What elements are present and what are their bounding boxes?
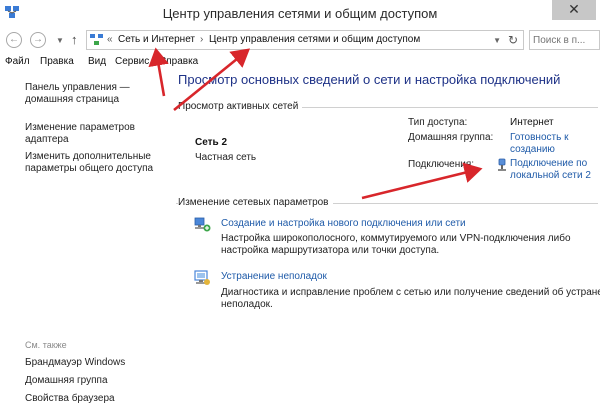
close-icon: ✕ [568, 1, 580, 17]
address-dropdown-icon[interactable]: ▼ [493, 36, 501, 45]
title-bar: Центр управления сетями и общим доступом… [0, 0, 600, 26]
address-bar[interactable]: « Сеть и Интернет › Центр управления сет… [86, 30, 524, 50]
homegroup-ready-link[interactable]: Готовность к созданию [510, 132, 568, 156]
new-connection-icon [194, 217, 211, 232]
link-line1: Готовность к [510, 132, 569, 143]
sidebar-advanced-sharing-settings[interactable]: Изменить дополнительные параметры общего… [25, 151, 153, 175]
sidebar-change-adapter-settings[interactable]: Изменение параметров адаптера [25, 122, 135, 146]
network-name: Сеть 2 [195, 137, 228, 148]
sidebar-label-line1: Панель управления — [25, 82, 130, 93]
search-box[interactable] [529, 30, 600, 50]
control-panel-icon [90, 34, 103, 45]
troubleshoot-link[interactable]: Устранение неполадок [221, 271, 327, 282]
refresh-icon[interactable]: ↻ [508, 33, 518, 47]
active-networks-heading: Просмотр активных сетей [178, 101, 303, 112]
see-also-heading: См. также [25, 340, 67, 350]
menu-edit[interactable]: Правка [40, 56, 74, 67]
menu-view[interactable]: Вид [88, 56, 106, 67]
breadcrumb-network-center[interactable]: Центр управления сетями и общим доступом [209, 34, 420, 45]
sidebar-label-line2: домашняя страница [25, 94, 120, 105]
sidebar-label-line1: Изменение параметров [25, 122, 135, 133]
network-connection-icon [498, 158, 506, 171]
homegroup-label: Домашняя группа: [408, 132, 494, 143]
search-input[interactable] [533, 32, 593, 48]
breadcrumb-separator[interactable]: › [200, 34, 203, 45]
new-connection-description: Настройка широкополосного, коммутируемог… [221, 233, 571, 257]
sidebar-label-line2: адаптера [25, 134, 69, 145]
troubleshoot-icon [194, 270, 210, 285]
sidebar-label-line1: Изменить дополнительные [25, 151, 151, 162]
address-row: ← → ▼ ↑ « Сеть и Интернет › Центр управл… [0, 28, 600, 52]
sidebar-label-line2: параметры общего доступа [25, 163, 154, 174]
troubleshoot-description: Диагностика и исправление проблем с сеть… [221, 287, 600, 311]
sidebar-browser-properties[interactable]: Свойства браузера [25, 393, 115, 405]
description-line2: неполадок. [221, 299, 273, 310]
menu-tools[interactable]: Сервис [115, 56, 149, 67]
new-connection-link[interactable]: Создание и настройка нового подключения … [221, 218, 466, 229]
menu-file[interactable]: Файл [5, 56, 30, 67]
recent-pages-dropdown-icon[interactable]: ▼ [56, 36, 64, 45]
window-title: Центр управления сетями и общим доступом [162, 6, 438, 21]
page-title: Просмотр основных сведений о сети и наст… [178, 72, 561, 87]
change-settings-heading: Изменение сетевых параметров [178, 197, 333, 208]
description-line1: Диагностика и исправление проблем с сеть… [221, 287, 600, 298]
description-line1: Настройка широкополосного, коммутируемог… [221, 233, 571, 244]
up-button[interactable]: ↑ [71, 32, 78, 47]
arrow-to-lan-connection [361, 162, 483, 200]
description-line2: настройка маршрутизатора или точки досту… [221, 245, 440, 256]
link-line1: Подключение по [510, 158, 588, 169]
sidebar-homegroup[interactable]: Домашняя группа [25, 375, 108, 387]
forward-button[interactable]: → [30, 32, 46, 48]
back-button[interactable]: ← [6, 32, 22, 48]
access-type-label: Тип доступа: [408, 117, 468, 128]
breadcrumb-network-internet[interactable]: Сеть и Интернет [118, 34, 195, 45]
menu-help[interactable]: Справка [159, 56, 198, 67]
access-type-value: Интернет [510, 117, 554, 128]
connections-label: Подключения: [408, 159, 475, 170]
sidebar-control-panel-home[interactable]: Панель управления — домашняя страница [25, 82, 130, 106]
lan-connection-link[interactable]: Подключение по локальной сети 2 [510, 158, 591, 182]
menu-bar: Файл Правка Вид Сервис Справка [0, 54, 600, 70]
breadcrumb-overflow[interactable]: « [107, 34, 113, 45]
network-type: Частная сеть [195, 152, 257, 163]
close-button[interactable]: ✕ [552, 0, 596, 20]
link-line2: локальной сети 2 [510, 170, 591, 181]
link-line2: созданию [510, 144, 555, 155]
sidebar-windows-firewall[interactable]: Брандмауэр Windows [25, 357, 125, 369]
